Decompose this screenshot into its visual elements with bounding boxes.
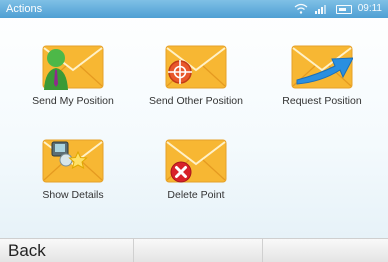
show-details-button[interactable]: Show Details	[13, 138, 133, 201]
tile-label: Delete Point	[167, 189, 225, 201]
actions-screen: Actions 09:11 Send My Position Send Othe…	[0, 0, 388, 262]
send-other-position-button[interactable]: Send Other Position	[136, 44, 256, 107]
tile-label: Send My Position	[32, 95, 114, 107]
send-my-position-icon	[42, 44, 104, 90]
signal-icon	[314, 5, 326, 14]
back-label: Back	[8, 241, 46, 260]
delete-point-icon	[165, 138, 227, 184]
send-other-position-icon	[165, 44, 227, 90]
delete-point-button[interactable]: Delete Point	[136, 138, 256, 201]
battery-icon	[335, 4, 352, 14]
page-title: Actions	[6, 3, 43, 15]
title-bar: Actions 09:11	[0, 0, 388, 18]
request-position-button[interactable]: Request Position	[262, 44, 382, 107]
show-details-icon	[42, 138, 104, 184]
right-softkey[interactable]	[262, 239, 388, 262]
tile-label: Request Position	[282, 95, 362, 107]
send-my-position-button[interactable]: Send My Position	[13, 44, 133, 107]
wifi-icon	[294, 3, 308, 14]
status-time: 09:11	[357, 3, 382, 14]
back-softkey[interactable]: Back	[0, 239, 134, 262]
status-area: 09:11	[294, 2, 382, 16]
middle-softkey[interactable]	[133, 239, 263, 262]
tile-label: Send Other Position	[149, 95, 243, 107]
tile-label: Show Details	[42, 189, 104, 201]
request-position-icon	[291, 44, 353, 90]
softkey-bar: Back	[0, 238, 388, 262]
